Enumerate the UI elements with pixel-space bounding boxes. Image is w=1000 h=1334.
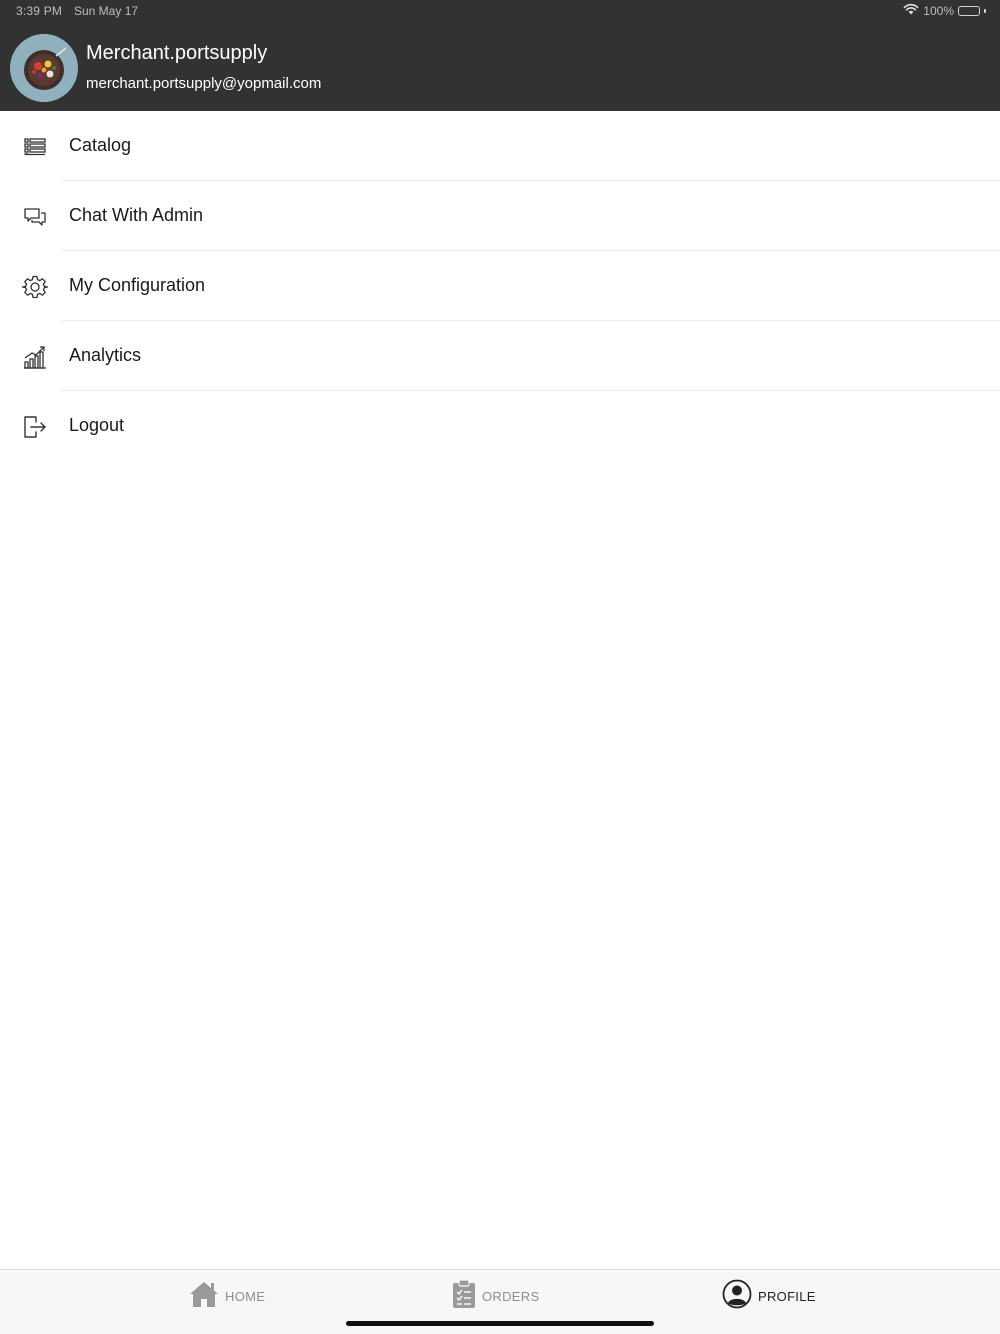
avatar[interactable] [10, 34, 78, 102]
tab-label: ORDERS [482, 1288, 540, 1304]
profile-name: Merchant.portsupply [86, 42, 268, 64]
home-indicator[interactable] [346, 1321, 654, 1326]
logout-icon [22, 414, 48, 440]
battery-cap [984, 8, 986, 13]
menu-item-label: Chat With Admin [69, 205, 204, 225]
clipboard-icon [452, 1278, 476, 1314]
tab-orders[interactable]: ORDERS [452, 1270, 539, 1322]
battery-percent: 100% [923, 3, 954, 18]
wifi-icon [903, 3, 919, 18]
user-circle-icon [722, 1279, 752, 1314]
menu-item-catalog[interactable]: Catalog [0, 111, 1000, 181]
status-time: 3:39 PM [16, 4, 63, 18]
status-indicators: 100% [903, 3, 986, 18]
menu-item-label: Catalog [69, 135, 132, 155]
profile-email: merchant.portsupply@yopmail.com [86, 75, 322, 92]
home-icon [189, 1280, 219, 1313]
chat-icon [22, 204, 48, 230]
menu-item-logout[interactable]: Logout [0, 391, 1000, 461]
profile-screen: 3:39 PM Sun May 17 100% Merchant.portsup… [0, 0, 1000, 1334]
menu-item-analytics[interactable]: Analytics [0, 321, 1000, 391]
list-icon [22, 134, 48, 160]
menu-item-label: Logout [69, 415, 125, 435]
tab-label: HOME [225, 1288, 266, 1304]
menu-item-label: Analytics [69, 345, 142, 365]
tab-home[interactable]: HOME [189, 1270, 265, 1322]
tab-profile[interactable]: PROFILE [722, 1270, 816, 1322]
tab-label: PROFILE [758, 1288, 816, 1304]
battery-icon [958, 5, 980, 16]
status-date: Sun May 17 [74, 4, 139, 18]
menu-item-chat-with-admin[interactable]: Chat With Admin [0, 181, 1000, 251]
menu-item-label: My Configuration [69, 275, 206, 295]
menu-item-my-configuration[interactable]: My Configuration [0, 251, 1000, 321]
profile-menu: Catalog Chat With Admin My Configuration [0, 111, 1000, 461]
gear-icon [21, 274, 49, 300]
profile-header: 3:39 PM Sun May 17 100% Merchant.portsup… [0, 0, 1000, 111]
analytics-icon [22, 344, 48, 370]
